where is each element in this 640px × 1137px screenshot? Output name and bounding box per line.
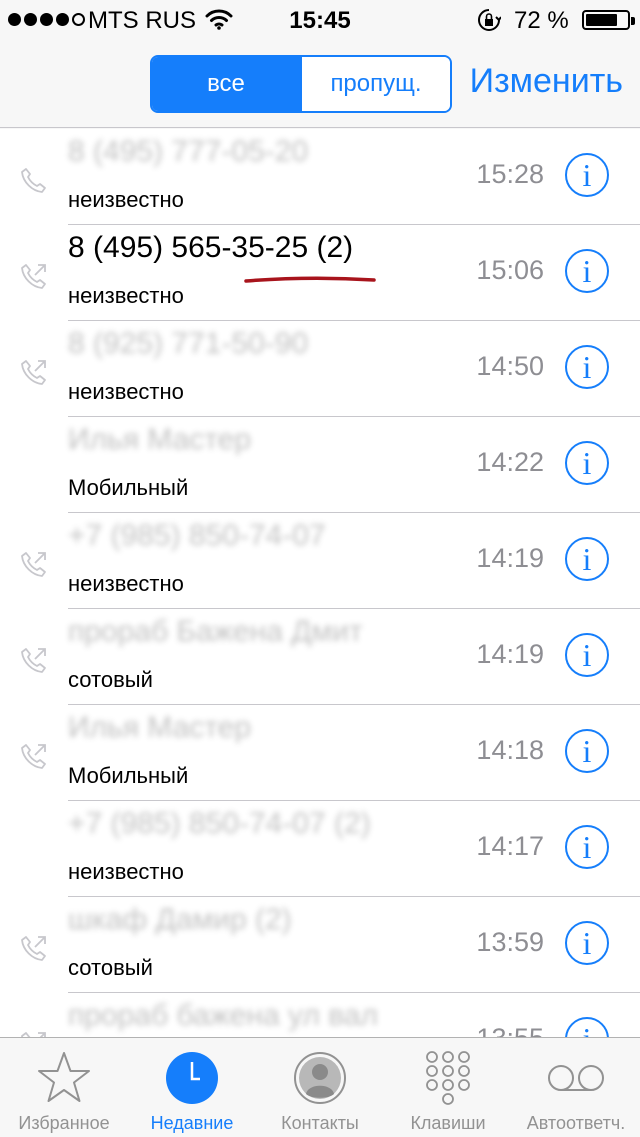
call-row[interactable]: 8 (495) 565-35-25 (2) неизвестно 15:06 i [0, 225, 640, 321]
call-time: 14:18 [476, 735, 544, 765]
caller-name: Илья Мастер [68, 711, 252, 744]
outgoing-call-icon [21, 360, 46, 385]
info-icon[interactable]: i [565, 441, 609, 485]
caller-name: 8 (495) 565-35-25 (2) [68, 231, 354, 264]
info-icon[interactable]: i [565, 633, 609, 677]
rotation-lock-icon [478, 9, 501, 31]
call-row[interactable]: шкаф Дамир (2) сотовый 13:59 i [0, 897, 640, 993]
call-time: 14:22 [476, 447, 544, 477]
call-row[interactable]: прораб бажена ул вал 13:55 i [0, 993, 640, 1037]
info-icon[interactable]: i [565, 825, 609, 869]
caller-name: Илья Мастер [68, 423, 252, 456]
clock-icon [166, 1052, 218, 1104]
call-type: неизвестно [68, 859, 184, 884]
call-time: 15:28 [476, 159, 544, 189]
status-bar: MTS RUS 15:45 72 % [0, 0, 640, 40]
call-type: неизвестно [68, 379, 184, 404]
tab-bar: Избранное Недавние Контакты Клавиши Авто… [0, 1037, 640, 1136]
tab-keypad[interactable]: Клавиши [384, 1038, 512, 1137]
call-row[interactable]: +7 (985) 850-74-07 (2) неизвестно 14:17 … [0, 801, 640, 897]
info-icon[interactable]: i [565, 1017, 609, 1037]
info-icon[interactable]: i [565, 537, 609, 581]
call-row[interactable]: Илья Мастер Мобильный 14:18 i [0, 705, 640, 801]
info-icon[interactable]: i [565, 153, 609, 197]
caller-name: 8 (925) 771-50-90 [68, 327, 309, 360]
call-row[interactable]: прораб Бажена Дмит сотовый 14:19 i [0, 609, 640, 705]
info-icon[interactable]: i [565, 345, 609, 389]
red-underline-annotation [244, 276, 376, 283]
tab-label: Клавиши [410, 1113, 486, 1133]
recent-calls-list: 8 (495) 777-05-20 неизвестно 15:28 i 8 (… [0, 129, 640, 1037]
call-time: 13:59 [476, 927, 544, 957]
navigation-bar: все пропущ. Изменить [0, 40, 640, 128]
outgoing-call-icon [21, 936, 46, 961]
star-icon [38, 1052, 90, 1102]
call-row[interactable]: Илья Мастер Мобильный 14:22 i [0, 417, 640, 513]
call-row[interactable]: +7 (985) 850-74-07 неизвестно 14:19 i [0, 513, 640, 609]
tab-label: Избранное [18, 1113, 110, 1133]
tab-label: Недавние [150, 1113, 234, 1133]
segment-missed[interactable]: пропущ. [300, 57, 450, 111]
call-type: Мобильный [68, 763, 189, 788]
caller-name: прораб Бажена Дмит [68, 615, 363, 648]
tab-contacts[interactable]: Контакты [256, 1038, 384, 1137]
filter-segmented-control: все пропущ. [150, 55, 452, 113]
outgoing-call-icon [21, 264, 46, 289]
call-type: сотовый [68, 667, 153, 692]
info-icon[interactable]: i [565, 249, 609, 293]
info-icon[interactable]: i [565, 921, 609, 965]
call-row[interactable]: 8 (925) 771-50-90 неизвестно 14:50 i [0, 321, 640, 417]
tab-favorites[interactable]: Избранное [0, 1038, 128, 1137]
tab-recents[interactable]: Недавние [128, 1038, 256, 1137]
call-row[interactable]: 8 (495) 777-05-20 неизвестно 15:28 i [0, 129, 640, 225]
caller-name: прораб бажена ул вал [68, 999, 378, 1032]
call-type: неизвестно [68, 571, 184, 596]
call-time: 14:17 [476, 831, 544, 861]
keypad-icon [426, 1051, 470, 1105]
call-time: 14:19 [476, 543, 544, 573]
segment-all[interactable]: все [152, 57, 300, 111]
tab-voicemail[interactable]: Автоответч. [512, 1038, 640, 1137]
outgoing-call-icon [21, 744, 46, 769]
info-icon[interactable]: i [565, 729, 609, 773]
outgoing-call-icon [21, 1032, 46, 1037]
contact-icon [294, 1052, 346, 1104]
tab-label: Автоответч. [526, 1113, 626, 1133]
caller-name: 8 (495) 777-05-20 [68, 135, 309, 168]
incoming-call-icon [21, 168, 46, 193]
edit-button[interactable]: Изменить [470, 62, 623, 101]
call-type: неизвестно [68, 283, 184, 308]
voicemail-icon [548, 1065, 604, 1091]
call-time: 15:06 [476, 255, 544, 285]
tab-label: Контакты [281, 1113, 359, 1133]
caller-name: +7 (985) 850-74-07 (2) [68, 807, 371, 840]
call-time: 14:50 [476, 351, 544, 381]
outgoing-call-icon [21, 552, 46, 577]
outgoing-call-icon [21, 648, 46, 673]
call-type: неизвестно [68, 187, 184, 212]
battery-icon [582, 10, 635, 30]
call-type: Мобильный [68, 475, 189, 500]
caller-name: шкаф Дамир (2) [68, 903, 292, 936]
call-time: 13:55 [476, 1023, 544, 1037]
caller-name: +7 (985) 850-74-07 [68, 519, 326, 552]
call-type: сотовый [68, 955, 153, 980]
call-time: 14:19 [476, 639, 544, 669]
battery-percent: 72 % [514, 7, 569, 34]
